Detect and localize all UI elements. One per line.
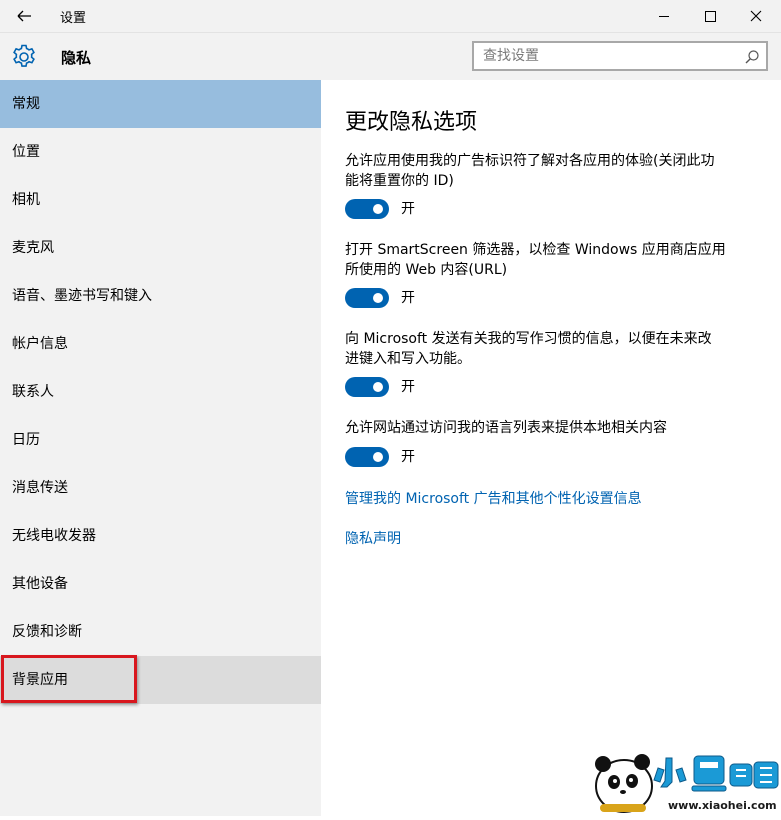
smartscreen-toggle-state: 开 — [401, 290, 415, 306]
close-icon — [750, 10, 762, 22]
search-box[interactable] — [472, 41, 768, 71]
option-ad-id-line2: 能将重置你的 ID) — [345, 173, 454, 189]
option-smartscreen-line1: 打开 SmartScreen 筛选器，以检查 Windows 应用商店应用 — [345, 242, 726, 258]
writing-info-toggle-state: 开 — [401, 379, 415, 395]
ad-id-toggle-state: 开 — [401, 201, 415, 217]
toggle-knob — [373, 452, 383, 462]
gear-icon — [10, 43, 38, 71]
sidebar-item-speech[interactable]: 语音、墨迹书写和键入 — [0, 272, 321, 320]
minimize-icon — [659, 16, 669, 17]
toggle-knob — [373, 204, 383, 214]
sidebar-item-feedback[interactable]: 反馈和诊断 — [0, 608, 321, 656]
toggle-knob — [373, 382, 383, 392]
toggle-knob — [373, 293, 383, 303]
sidebar-item-calendar[interactable]: 日历 — [0, 416, 321, 464]
back-arrow-icon — [17, 10, 31, 22]
sidebar-item-contacts[interactable]: 联系人 — [0, 368, 321, 416]
window-title: 设置 — [60, 11, 87, 26]
language-list-toggle[interactable] — [345, 447, 389, 467]
option-language-list-line1: 允许网站通过访问我的语言列表来提供本地相关内容 — [345, 420, 667, 436]
sidebar-item-radios[interactable]: 无线电收发器 — [0, 512, 321, 560]
option-ad-id-line1: 允许应用使用我的广告标识符了解对各应用的体验(关闭此功 — [345, 153, 715, 169]
section-title: 隐私 — [61, 49, 92, 67]
privacy-statement-link[interactable]: 隐私声明 — [345, 528, 401, 548]
option-ad-id-description: 允许应用使用我的广告标识符了解对各应用的体验(关闭此功 能将重置你的 ID) — [345, 151, 755, 191]
writing-info-toggle[interactable] — [345, 377, 389, 397]
watermark-logo: www.xiaohei.com — [586, 744, 781, 816]
language-list-toggle-state: 开 — [401, 449, 415, 465]
sidebar-item-other-devices[interactable]: 其他设备 — [0, 560, 321, 608]
sidebar-item-account-info[interactable]: 帐户信息 — [0, 320, 321, 368]
sidebar-item-microphone[interactable]: 麦克风 — [0, 224, 321, 272]
manage-ads-link[interactable]: 管理我的 Microsoft 广告和其他个性化设置信息 — [345, 488, 642, 508]
option-smartscreen-line2: 所使用的 Web 内容(URL) — [345, 262, 508, 278]
sidebar-item-background-apps[interactable]: 背景应用 — [0, 656, 321, 704]
page-title: 更改隐私选项 — [345, 110, 478, 135]
minimize-button[interactable] — [641, 0, 687, 32]
maximize-icon — [705, 11, 716, 22]
sidebar: 常规 位置 相机 麦克风 语音、墨迹书写和键入 帐户信息 联系人 日历 消息传送… — [0, 80, 321, 816]
sidebar-item-location[interactable]: 位置 — [0, 128, 321, 176]
option-writing-description: 向 Microsoft 发送有关我的写作习惯的信息，以便在未来改 进键入和写入功… — [345, 329, 755, 369]
sidebar-item-messaging[interactable]: 消息传送 — [0, 464, 321, 512]
maximize-button[interactable] — [687, 0, 733, 32]
title-bar: 设置 — [0, 0, 781, 33]
close-button[interactable] — [733, 0, 779, 32]
option-smartscreen-description: 打开 SmartScreen 筛选器，以检查 Windows 应用商店应用 所使… — [345, 240, 755, 280]
option-language-list-description: 允许网站通过访问我的语言列表来提供本地相关内容 — [345, 418, 755, 438]
sidebar-item-camera[interactable]: 相机 — [0, 176, 321, 224]
watermark-url: www.xiaohei.com — [668, 799, 777, 812]
back-button[interactable] — [8, 4, 40, 28]
search-input[interactable] — [483, 47, 728, 65]
option-writing-line2: 进键入和写入功能。 — [345, 351, 471, 367]
smartscreen-toggle[interactable] — [345, 288, 389, 308]
search-icon[interactable] — [744, 49, 760, 65]
ad-id-toggle[interactable] — [345, 199, 389, 219]
sidebar-item-general[interactable]: 常规 — [0, 80, 321, 128]
page-header: 隐私 — [0, 33, 781, 80]
option-writing-line1: 向 Microsoft 发送有关我的写作习惯的信息，以便在未来改 — [345, 331, 712, 347]
main-content: 更改隐私选项 允许应用使用我的广告标识符了解对各应用的体验(关闭此功 能将重置你… — [321, 80, 781, 816]
